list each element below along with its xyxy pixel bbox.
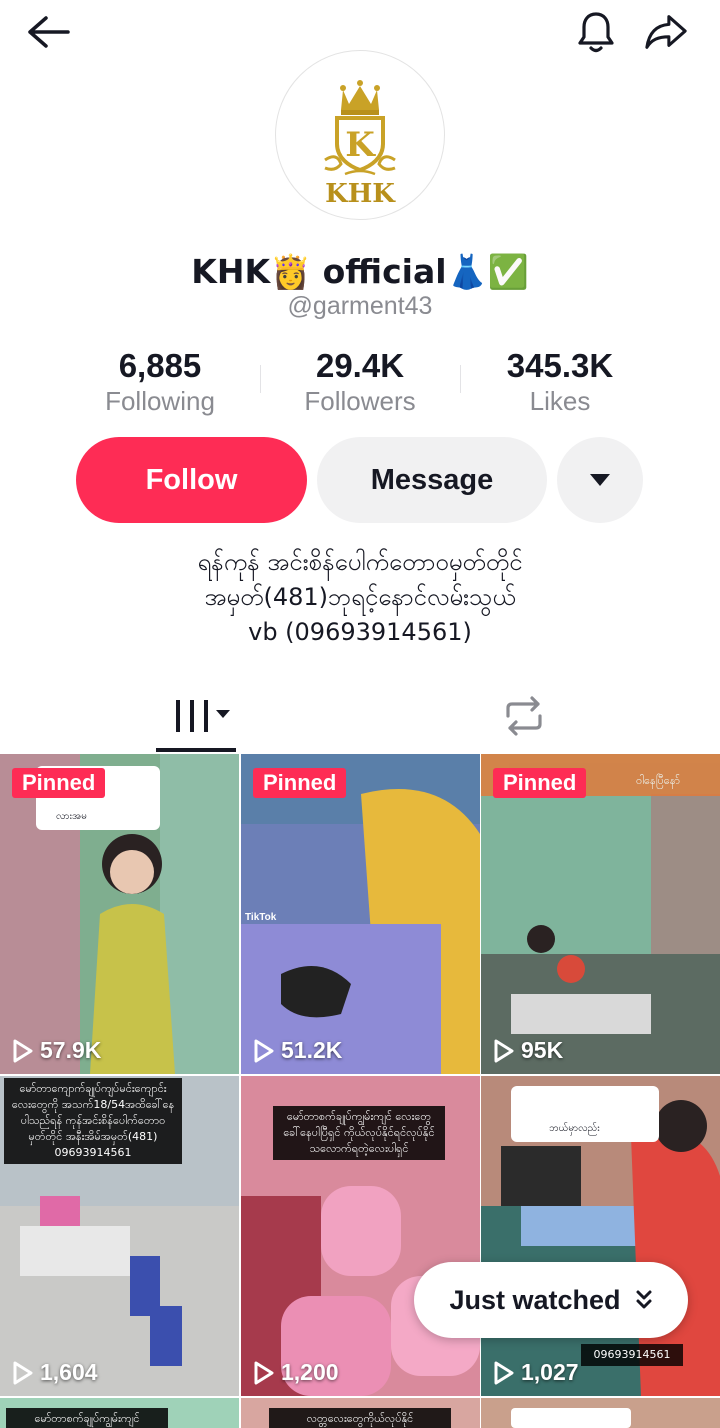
active-tab-indicator bbox=[156, 748, 236, 752]
tab-videos[interactable] bbox=[170, 694, 240, 738]
just-watched-button[interactable]: Just watched bbox=[414, 1262, 688, 1338]
caret-down-icon bbox=[590, 474, 610, 486]
double-chevron-down-icon bbox=[636, 1290, 652, 1309]
play-icon bbox=[254, 1039, 274, 1062]
play-icon bbox=[494, 1361, 514, 1384]
profile-bio: ရန်ကုန် အင်းစိန်ပေါက်တောဝမှတ်တိုင် အမှတ်… bbox=[0, 545, 720, 650]
view-count: 1,027 bbox=[493, 1359, 579, 1386]
video-thumbnail[interactable]: မော်တာစက်ချုပ်ကျွမ်းကျင် လေးတွေခေါ်နေပါပ… bbox=[241, 1076, 480, 1396]
following-label: Following bbox=[105, 386, 215, 416]
video-thumbnail-image bbox=[481, 754, 720, 1074]
stat-likes[interactable]: 345.3K Likes bbox=[460, 345, 660, 425]
stat-followers[interactable]: 29.4K Followers bbox=[260, 345, 460, 425]
likes-label: Likes bbox=[529, 386, 591, 416]
pinned-badge: Pinned bbox=[253, 768, 347, 798]
play-icon bbox=[13, 1039, 33, 1062]
message-button[interactable]: Message bbox=[317, 437, 547, 523]
pinned-badge: Pinned bbox=[12, 768, 106, 798]
bio-line: အမှတ်(481)ဘုရင့်နောင်လမ်းသွယ် bbox=[204, 583, 516, 611]
video-caption: မော်တာကျောက်ချုပ်ကျပ်မင်းကျောင်းလေးတွေကိ… bbox=[4, 1078, 182, 1164]
repost-icon bbox=[506, 696, 542, 736]
video-caption: မော်တာစက်ချုပ်ကျွမ်းကျင် လေးတွေခေါ်နေပါပ… bbox=[273, 1106, 445, 1160]
pinned-badge: Pinned bbox=[493, 768, 587, 798]
video-thumbnail[interactable]: Pinned TikTok 51.2K bbox=[241, 754, 480, 1074]
share-icon[interactable] bbox=[644, 10, 688, 54]
video-thumbnail[interactable]: မော်တာကျောက်ချုပ်ကျပ်မင်းကျောင်းလေးတွေကိ… bbox=[0, 1076, 239, 1396]
video-thumbnail[interactable]: ဝါနေပြီနော် Pinned 95K bbox=[481, 754, 720, 1074]
video-caption: လတ္တလေးတွေကိုယ်လုပ်နိုင် bbox=[269, 1408, 451, 1428]
video-caption: 09693914561 bbox=[581, 1344, 683, 1366]
video-caption: မော်တာစက်ချုပ်ကျွမ်းကျင် bbox=[6, 1408, 168, 1428]
stat-divider bbox=[260, 365, 261, 393]
bell-icon[interactable] bbox=[574, 10, 618, 54]
profile-stats: 6,885 Following 29.4K Followers 345.3K L… bbox=[60, 345, 660, 425]
follow-button[interactable]: Follow bbox=[76, 437, 307, 523]
video-thumbnail[interactable]: လားအမ Pinned 57.9K bbox=[0, 754, 239, 1074]
grid-bars-icon bbox=[176, 700, 230, 732]
view-count: 1,604 bbox=[12, 1359, 98, 1386]
play-icon bbox=[254, 1361, 274, 1384]
back-arrow-icon[interactable] bbox=[26, 10, 70, 54]
view-count: 95K bbox=[493, 1037, 563, 1064]
avatar[interactable]: K KHK bbox=[275, 50, 445, 220]
view-count: 51.2K bbox=[253, 1037, 342, 1064]
play-icon bbox=[13, 1361, 33, 1384]
view-count: 1,200 bbox=[253, 1359, 339, 1386]
comment-reply-sticker: ဘယ်မှာလည်း bbox=[511, 1086, 659, 1142]
bio-line: vb (09693914561) bbox=[248, 618, 472, 646]
view-count: 57.9K bbox=[12, 1037, 101, 1064]
video-thumbnail-image bbox=[241, 754, 480, 1074]
content-tabs bbox=[0, 680, 720, 752]
logo-letter: K bbox=[345, 125, 376, 165]
stat-divider bbox=[460, 365, 461, 393]
more-options-button[interactable] bbox=[557, 437, 643, 523]
khk-logo-image: K KHK bbox=[324, 80, 396, 209]
profile-handle: @garment43 bbox=[287, 292, 433, 320]
followers-count: 29.4K bbox=[315, 347, 405, 384]
stat-following[interactable]: 6,885 Following bbox=[60, 345, 260, 425]
followers-label: Followers bbox=[304, 386, 416, 416]
logo-text: KHK bbox=[325, 179, 396, 209]
tab-reposts[interactable] bbox=[500, 694, 548, 738]
tiktok-watermark: TikTok bbox=[245, 912, 277, 923]
profile-name: KHK👸 official👗✅ bbox=[191, 252, 529, 291]
following-count: 6,885 bbox=[118, 347, 202, 384]
play-icon bbox=[494, 1039, 514, 1062]
bio-line: ရန်ကုန် အင်းစိန်ပေါက်တောဝမှတ်တိုင် bbox=[197, 548, 523, 576]
likes-count: 345.3K bbox=[506, 347, 614, 384]
just-watched-label: Just watched bbox=[449, 1284, 621, 1315]
video-thumbnail[interactable]: ဘယ်မှာလည်း 09693914561 1,027 bbox=[481, 1076, 720, 1396]
